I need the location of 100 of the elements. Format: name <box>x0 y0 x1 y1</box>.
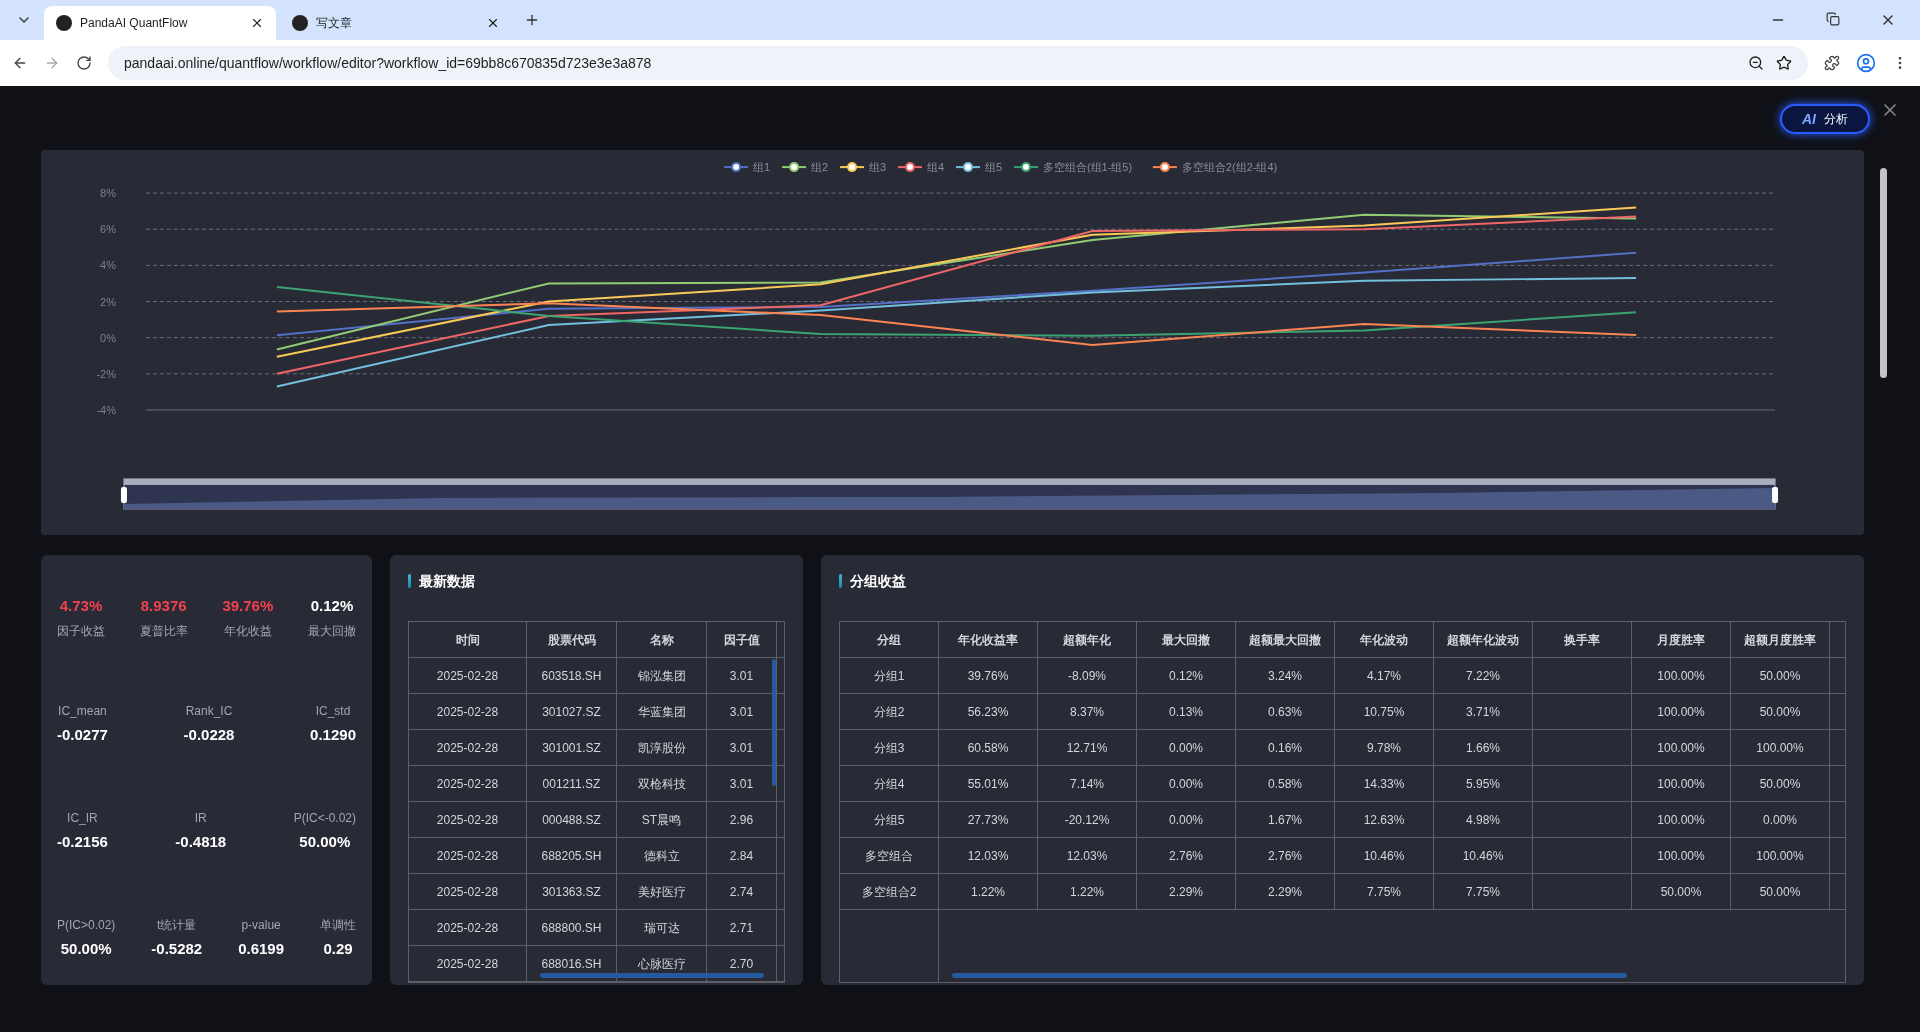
column-header[interactable]: 年化波动 <box>1335 622 1434 657</box>
legend-item[interactable]: 组3 <box>839 161 887 174</box>
table-cell: 锦泓集团 <box>617 658 707 693</box>
legend-item[interactable]: 多空组合(组1-组5) <box>1012 161 1133 174</box>
column-header[interactable]: 因子值 <box>707 622 777 657</box>
table-cell: 0.12% <box>1137 658 1236 693</box>
table-cell: 12.63% <box>1335 802 1434 837</box>
table-cell: 100.00% <box>1731 730 1830 765</box>
column-header[interactable]: 最大回撤 <box>1137 622 1236 657</box>
metric-label: IC_IR <box>67 810 98 828</box>
scrollbar[interactable] <box>540 973 764 978</box>
profile-icon[interactable] <box>1856 53 1876 73</box>
axis-tick-label: 4% <box>100 259 116 272</box>
column-header[interactable]: 分组 <box>840 622 939 657</box>
table-cell: -8.09% <box>1038 658 1137 693</box>
metric-value: 50.00% <box>299 832 351 853</box>
legend-item[interactable]: 组4 <box>897 161 945 174</box>
address-bar[interactable]: pandaai.online/quantflow/workflow/editor?workflow_id=69bb8c670835d723e3e3a878 <box>108 46 1808 80</box>
scrollbar[interactable] <box>952 973 1627 978</box>
table-cell: 2025-02-28 <box>409 838 527 873</box>
table-cell: 2025-02-28 <box>409 766 527 801</box>
back-icon[interactable] <box>12 55 28 71</box>
table-cell: 3.24% <box>1236 658 1335 693</box>
legend-label: 多空组合(组1-组5) <box>1042 161 1133 174</box>
browser-tab[interactable]: PandaAI QuantFlow <box>44 6 276 40</box>
column-header[interactable]: 年化收益率 <box>939 622 1038 657</box>
metric-label: 夏普比率 <box>139 622 188 640</box>
table-cell: 100.00% <box>1632 802 1731 837</box>
table-cell: 0.63% <box>1236 694 1335 729</box>
panel-title: 分组收益 <box>850 571 906 591</box>
table-cell: 603518.SH <box>527 658 617 693</box>
legend-item[interactable]: 组2 <box>781 161 829 174</box>
metric-label: Rank_IC <box>185 703 233 721</box>
table-cell: 60.58% <box>939 730 1038 765</box>
column-header[interactable]: 超额年化波动 <box>1434 622 1533 657</box>
zoom-slider[interactable] <box>120 478 1779 510</box>
table-cell: 301001.SZ <box>527 730 617 765</box>
table-cell: 7.22% <box>1434 658 1533 693</box>
table-cell: 56.23% <box>939 694 1038 729</box>
zoom-icon[interactable] <box>1748 55 1764 71</box>
metric-value: 0.29 <box>323 939 353 960</box>
table-cell: 1.67% <box>1236 802 1335 837</box>
table-cell: 分组4 <box>840 766 939 801</box>
extensions-icon[interactable] <box>1824 55 1840 71</box>
metric-label: 最大回撤 <box>308 622 356 640</box>
legend-item[interactable]: 组5 <box>955 161 1003 174</box>
legend-label: 组1 <box>753 161 771 174</box>
legend-label: 组4 <box>927 161 945 174</box>
table-cell: 100.00% <box>1632 766 1731 801</box>
table-cell: 10.75% <box>1335 694 1434 729</box>
table-cell: 2025-02-28 <box>409 874 527 909</box>
legend-label: 组3 <box>869 161 887 174</box>
table-cell: 4.98% <box>1434 802 1533 837</box>
reload-icon[interactable] <box>76 55 92 71</box>
metric-label: P(IC>0.02) <box>57 917 116 935</box>
table-cell: 美好医疗 <box>617 874 707 909</box>
table-cell: 2.84 <box>707 838 777 873</box>
table-cell: 50.00% <box>1731 766 1830 801</box>
table-cell: 华蓝集团 <box>617 694 707 729</box>
browser-tab[interactable]: 写文章 <box>280 6 512 40</box>
table-cell: 9.78% <box>1335 730 1434 765</box>
metric-value: 0.6199 <box>238 939 285 960</box>
axis-tick-label: -2% <box>96 367 116 380</box>
metric-label: 单调性 <box>320 917 356 935</box>
close-icon[interactable] <box>250 16 264 30</box>
column-header[interactable]: 股票代码 <box>527 622 617 657</box>
table-cell: 0.58% <box>1236 766 1335 801</box>
column-header[interactable]: 名称 <box>617 622 707 657</box>
column-header[interactable]: 超额月度胜率 <box>1731 622 1830 657</box>
new-tab-icon[interactable] <box>524 12 540 28</box>
table-cell: 0.00% <box>1137 802 1236 837</box>
table-cell: 50.00% <box>1632 874 1731 909</box>
column-header[interactable]: 超额年化 <box>1038 622 1137 657</box>
column-header[interactable]: 超额最大回撤 <box>1236 622 1335 657</box>
table-cell: 100.00% <box>1632 730 1731 765</box>
table-cell: 100.00% <box>1731 838 1830 873</box>
column-header[interactable]: 换手率 <box>1533 622 1632 657</box>
legend-item[interactable]: 多空组合2(组2-组4) <box>1151 161 1278 174</box>
table-cell: 39.76% <box>939 658 1038 693</box>
scrollbar[interactable] <box>772 659 776 786</box>
table-cell: 50.00% <box>1731 694 1830 729</box>
close-icon[interactable] <box>486 16 500 30</box>
axis-tick-label: 0% <box>100 331 116 344</box>
table-cell: 301363.SZ <box>527 874 617 909</box>
legend-item[interactable]: 组1 <box>723 161 771 174</box>
restore-icon[interactable] <box>1826 12 1840 26</box>
metric-value: 8.9376 <box>140 596 187 616</box>
star-icon[interactable] <box>1776 55 1792 71</box>
table-cell: 7.14% <box>1038 766 1137 801</box>
ai-analysis-button[interactable]: AI 分析 <box>1780 104 1870 134</box>
metric-value: -0.0277 <box>57 725 108 746</box>
table-cell: 0.00% <box>1137 730 1236 765</box>
metric-label: 年化收益 <box>223 622 272 640</box>
column-header[interactable]: 时间 <box>409 622 527 657</box>
table-cell: 7.75% <box>1434 874 1533 909</box>
metric-label: IR <box>194 810 207 828</box>
table-cell: 7.75% <box>1335 874 1434 909</box>
table-cell: 分组2 <box>840 694 939 729</box>
table-cell: 5.95% <box>1434 766 1533 801</box>
column-header[interactable]: 月度胜率 <box>1632 622 1731 657</box>
